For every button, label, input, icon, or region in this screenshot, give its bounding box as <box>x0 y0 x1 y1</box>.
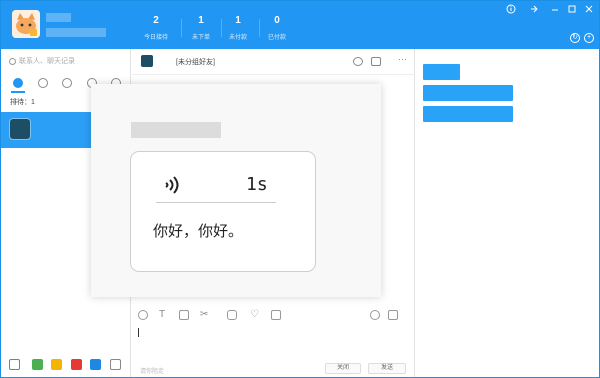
pin-icon[interactable] <box>528 3 542 15</box>
help-icon[interactable] <box>504 3 518 15</box>
app-icon-3[interactable] <box>71 359 82 370</box>
header-bar: 2 今日接待 1 未下单 1 未付款 0 已付款 ↻ + <box>1 1 599 49</box>
maximize-icon[interactable] <box>565 3 579 15</box>
chat-header: [未分组好友] ··· <box>132 49 415 75</box>
stat-label: 未付款 <box>228 35 247 41</box>
transfer-icon[interactable] <box>371 57 381 66</box>
emoji-icon[interactable] <box>138 310 148 320</box>
app-window: 2 今日接待 1 未下单 1 未付款 0 已付款 ↻ + 联系人、聊天记录 排待… <box>0 0 600 378</box>
search-placeholder: 联系人、聊天记录 <box>19 58 75 65</box>
voice-transcript: 你好，你好。 <box>153 222 244 240</box>
app-icon-4[interactable] <box>90 359 101 370</box>
more-icon[interactable]: ··· <box>398 54 407 64</box>
message-input[interactable]: 请你阻走 <box>140 366 164 375</box>
chat-title: [未分组好友] <box>176 59 215 66</box>
sidebar-bottom-bar <box>1 353 131 377</box>
popup-title-placeholder <box>131 122 221 138</box>
heart-icon[interactable]: ♡ <box>250 310 260 320</box>
app-icon-1[interactable] <box>32 359 43 370</box>
settings-icon[interactable] <box>388 310 398 320</box>
chat-tab-icon[interactable] <box>13 78 23 88</box>
stat-today-reception[interactable]: 2 今日接待 <box>136 15 176 41</box>
active-tab-indicator <box>11 91 25 93</box>
voice-message-popup: 1s 你好，你好。 <box>91 84 381 297</box>
stat-paid[interactable]: 0 已付款 <box>257 15 297 41</box>
bubble-divider <box>156 202 276 203</box>
stat-unpaid[interactable]: 1 未付款 <box>218 15 258 41</box>
add-icon[interactable]: + <box>584 33 594 43</box>
customer-info-panel <box>416 49 599 377</box>
chat-avatar <box>141 55 153 67</box>
text-format-icon[interactable]: T <box>159 310 169 320</box>
recent-tab-icon[interactable] <box>38 78 48 88</box>
search-icon <box>9 58 16 65</box>
scissors-icon[interactable]: ✂ <box>200 310 210 320</box>
user-avatar[interactable] <box>12 10 40 38</box>
menu-icon[interactable] <box>9 359 20 370</box>
stat-label: 今日接待 <box>143 35 168 41</box>
chat-bubble-icon[interactable] <box>353 57 363 66</box>
app-icon-2[interactable] <box>51 359 62 370</box>
minimize-icon[interactable] <box>548 3 562 15</box>
search-input[interactable]: 联系人、聊天记录 <box>7 55 125 69</box>
user-status-placeholder <box>46 28 106 37</box>
close-icon[interactable] <box>582 3 596 15</box>
stat-label: 未下单 <box>191 35 210 41</box>
send-button[interactable]: 发送 <box>368 363 406 374</box>
phone-icon[interactable] <box>227 310 237 320</box>
info-action-button[interactable] <box>423 85 513 101</box>
info-action-button[interactable] <box>423 106 513 122</box>
text-cursor <box>138 328 139 337</box>
refresh-icon[interactable]: ↻ <box>570 33 580 43</box>
stat-not-ordered[interactable]: 1 未下单 <box>181 15 221 41</box>
image-icon[interactable] <box>179 310 189 320</box>
stat-value: 1 <box>235 15 241 26</box>
file-icon[interactable] <box>271 310 281 320</box>
history-icon[interactable] <box>370 310 380 320</box>
info-tab-button[interactable] <box>423 64 460 80</box>
stat-label: 已付款 <box>267 35 286 41</box>
stat-value: 2 <box>153 15 159 26</box>
contacts-tab-icon[interactable] <box>62 78 72 88</box>
reception-count-label: 排待：1 <box>10 99 35 106</box>
close-button[interactable]: 关闭 <box>325 363 361 374</box>
voice-wave-icon[interactable] <box>158 171 186 199</box>
voice-message-bubble[interactable]: 1s 你好，你好。 <box>130 151 316 272</box>
stat-value: 0 <box>274 15 280 26</box>
user-name-placeholder <box>46 13 71 22</box>
app-icon-5[interactable] <box>110 359 121 370</box>
voice-duration: 1s <box>246 174 268 195</box>
input-toolbar: T ✂ ♡ <box>132 307 415 325</box>
stat-value: 1 <box>198 15 204 26</box>
contact-avatar <box>9 118 31 140</box>
